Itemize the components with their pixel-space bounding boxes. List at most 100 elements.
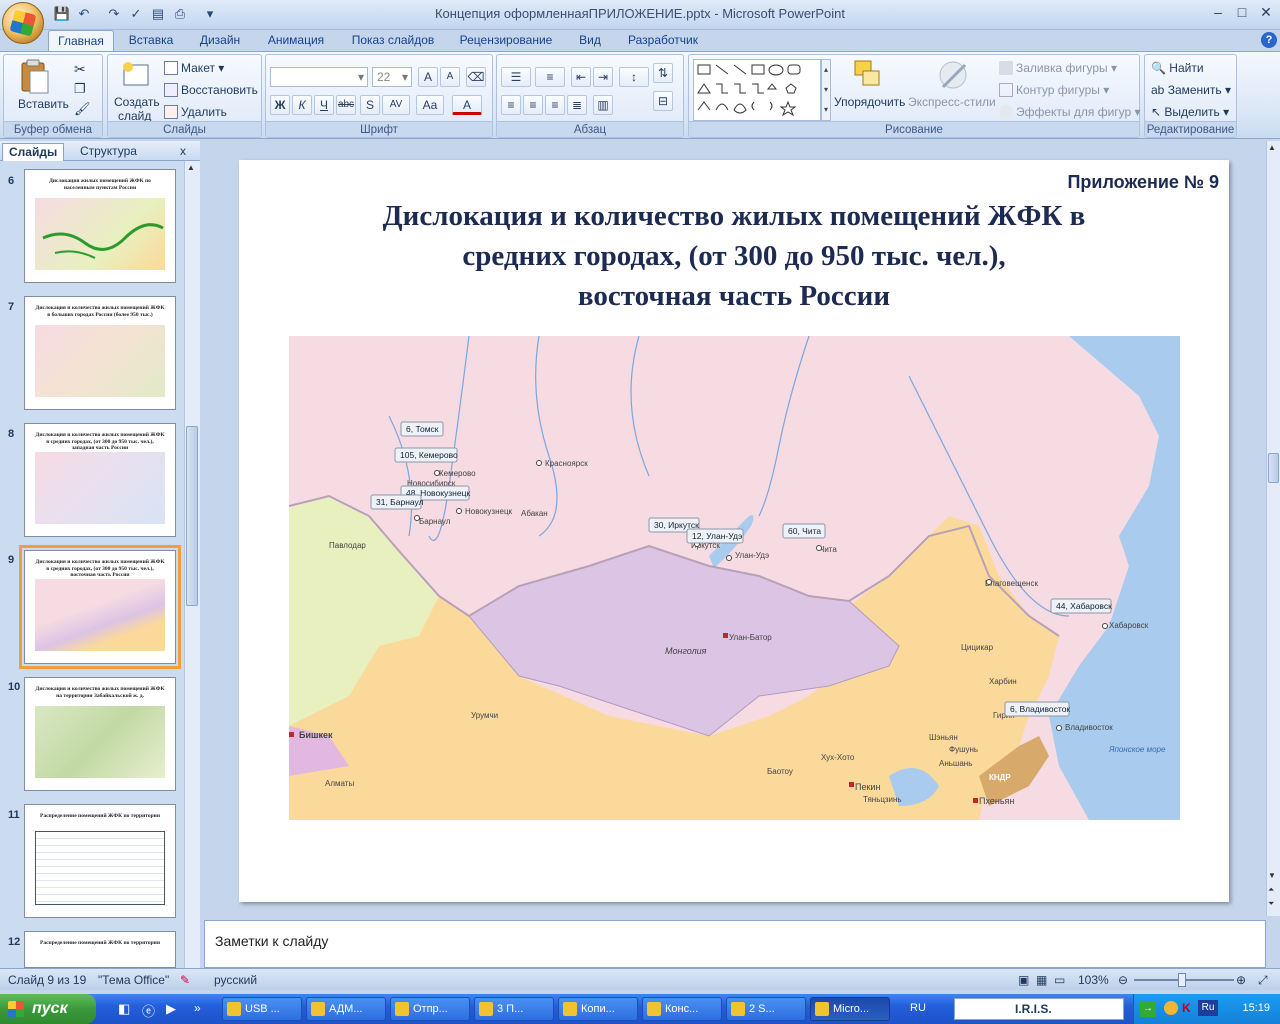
zoom-in-icon[interactable]: ⊕: [1236, 973, 1246, 987]
italic-icon[interactable]: К: [292, 95, 312, 115]
slide-canvas[interactable]: Приложение № 9 Дислокация и количество ж…: [239, 160, 1229, 902]
taskbar-item[interactable]: 2 S...: [726, 997, 806, 1021]
paste-button[interactable]: Вставить: [18, 97, 69, 111]
spellcheck-icon[interactable]: ✎: [180, 973, 190, 987]
fit-to-window-icon[interactable]: ⤢: [1258, 973, 1268, 988]
bullets-icon[interactable]: ☰: [501, 67, 531, 87]
office-button[interactable]: [2, 2, 44, 44]
tab-insert[interactable]: Вставка: [120, 30, 182, 52]
slideshow-view-icon[interactable]: ▭: [1054, 973, 1065, 987]
quick-styles-icon[interactable]: [935, 59, 971, 95]
new-slide-icon[interactable]: [120, 59, 150, 89]
map-callout[interactable]: 12, Улан-Удэ: [686, 528, 744, 544]
text-direction-icon[interactable]: ⇅: [653, 63, 673, 83]
close-button[interactable]: ✕: [1253, 3, 1279, 23]
tray-arrow-icon[interactable]: →: [1140, 1001, 1156, 1017]
tray-app-icon[interactable]: [1164, 1001, 1178, 1015]
find-button[interactable]: 🔍 Найти: [1151, 61, 1204, 75]
tab-developer[interactable]: Разработчик: [618, 30, 708, 52]
map-callout[interactable]: 6, Томск: [400, 421, 444, 437]
map-callout[interactable]: 31, Барнаул: [370, 494, 424, 510]
copy-icon[interactable]: ❐: [74, 81, 86, 97]
tab-home[interactable]: Главная: [48, 30, 114, 52]
clock[interactable]: 15:19: [1242, 1002, 1270, 1014]
underline-icon[interactable]: Ч: [314, 95, 334, 115]
theme-name[interactable]: "Тема Office": [98, 973, 169, 987]
numbering-icon[interactable]: ≡: [535, 67, 565, 87]
slide-sorter-icon[interactable]: ▦: [1036, 973, 1047, 987]
notes-pane[interactable]: Заметки к слайду: [204, 920, 1266, 968]
media-player-icon[interactable]: ▶: [166, 1001, 176, 1017]
taskbar-item[interactable]: Копи...: [558, 997, 638, 1021]
align-right-icon[interactable]: ≡: [545, 95, 565, 115]
slide-thumbnail-12[interactable]: Распределение помещений ЖФК по территори…: [24, 931, 176, 968]
maximize-button[interactable]: □: [1229, 3, 1255, 23]
font-name-box[interactable]: ▾: [270, 67, 368, 87]
taskbar-item[interactable]: 3 П...: [474, 997, 554, 1021]
columns-icon[interactable]: ▥: [593, 95, 613, 115]
slide-thumbnail-11[interactable]: Распределение помещений ЖФК по территори…: [24, 804, 176, 918]
layout-button[interactable]: Макет ▾: [164, 61, 224, 75]
shapes-gallery[interactable]: [693, 59, 821, 121]
paste-icon[interactable]: [16, 59, 52, 97]
arrange-button[interactable]: Упорядочить: [834, 95, 905, 109]
shadow-icon[interactable]: S: [360, 95, 380, 115]
tray-k-icon[interactable]: K: [1182, 1001, 1191, 1015]
shrink-font-icon[interactable]: A: [440, 67, 460, 87]
slide-thumbnail-10[interactable]: Дислокация и количество жилых помещений …: [24, 677, 176, 791]
slides-panel-scrollbar[interactable]: ▲: [184, 161, 200, 968]
scroll-down-icon[interactable]: ▼: [1268, 871, 1276, 880]
taskbar-item[interactable]: Отпр...: [390, 997, 470, 1021]
arrange-icon[interactable]: [849, 59, 889, 95]
align-center-icon[interactable]: ≡: [523, 95, 543, 115]
font-color-icon[interactable]: A: [452, 95, 482, 115]
slide-thumbnail-8[interactable]: Дислокация и количество жилых помещений …: [24, 423, 176, 537]
quick-styles-button[interactable]: Экспресс-стили: [908, 95, 996, 109]
tab-view[interactable]: Вид: [570, 30, 610, 52]
strikethrough-icon[interactable]: abc: [336, 95, 356, 115]
tab-slideshow[interactable]: Показ слайдов: [344, 30, 442, 52]
new-slide-button[interactable]: Создать: [114, 95, 160, 109]
language-bar[interactable]: RU: [910, 1002, 926, 1014]
select-button[interactable]: ↖ Выделить ▾: [1151, 105, 1229, 119]
language-indicator[interactable]: русский: [214, 973, 257, 987]
scroll-up-icon[interactable]: ▲: [187, 163, 198, 175]
appendix-label[interactable]: Приложение № 9: [1067, 172, 1219, 193]
tab-review[interactable]: Рецензирование: [452, 30, 560, 52]
cut-icon[interactable]: ✂: [74, 61, 86, 78]
tray-ru-icon[interactable]: Ru: [1198, 1000, 1218, 1016]
slide-title[interactable]: Дислокация и количество жилых помещений …: [299, 196, 1169, 316]
shape-effects-button[interactable]: Эффекты для фигур ▾: [999, 105, 1141, 119]
tab-slides[interactable]: Слайды: [2, 143, 65, 161]
slide-thumbnail-9[interactable]: Дислокация и количество жилых помещений …: [19, 545, 181, 669]
help-icon[interactable]: ?: [1261, 32, 1277, 48]
minimize-button[interactable]: –: [1205, 3, 1231, 23]
previous-slide-icon[interactable]: ⏶: [1268, 885, 1274, 895]
slide-thumbnail-6[interactable]: Дислокация жилых помещений ЖФК по населе…: [24, 169, 176, 283]
slide-thumbnail-7[interactable]: Дислокация и количество жилых помещений …: [24, 296, 176, 410]
format-painter-icon[interactable]: 🖌: [74, 101, 91, 117]
quick-launch-more-icon[interactable]: »: [194, 1001, 201, 1015]
taskbar-item-active[interactable]: Micro...: [810, 997, 890, 1021]
shapes-gallery-scroll[interactable]: ▴ ▾ ▾: [821, 59, 831, 121]
bold-icon[interactable]: Ж: [270, 95, 290, 115]
char-spacing-icon[interactable]: AV: [382, 95, 410, 115]
close-panel-icon[interactable]: x: [180, 143, 186, 161]
replace-button[interactable]: ab Заменить ▾: [1151, 83, 1231, 97]
reset-button[interactable]: Восстановить: [164, 83, 258, 97]
show-desktop-icon[interactable]: ◧: [118, 1001, 130, 1017]
tab-design[interactable]: Дизайн: [190, 30, 250, 52]
clear-format-icon[interactable]: ⌫: [466, 67, 486, 87]
scroll-thumb[interactable]: [186, 426, 198, 606]
zoom-out-icon[interactable]: ⊖: [1118, 973, 1128, 987]
scroll-up-icon[interactable]: ▲: [1268, 143, 1276, 152]
grow-font-icon[interactable]: A: [418, 67, 438, 87]
change-case-icon[interactable]: Aa: [416, 95, 444, 115]
ie-icon[interactable]: ⓔ: [142, 1001, 155, 1020]
map-callout[interactable]: 60, Чита: [782, 523, 826, 539]
align-text-icon[interactable]: ⊟: [653, 91, 673, 111]
scroll-thumb[interactable]: [1268, 453, 1279, 483]
zoom-level[interactable]: 103%: [1078, 973, 1109, 987]
justify-icon[interactable]: ≣: [567, 95, 587, 115]
increase-indent-icon[interactable]: ⇥: [593, 67, 613, 87]
